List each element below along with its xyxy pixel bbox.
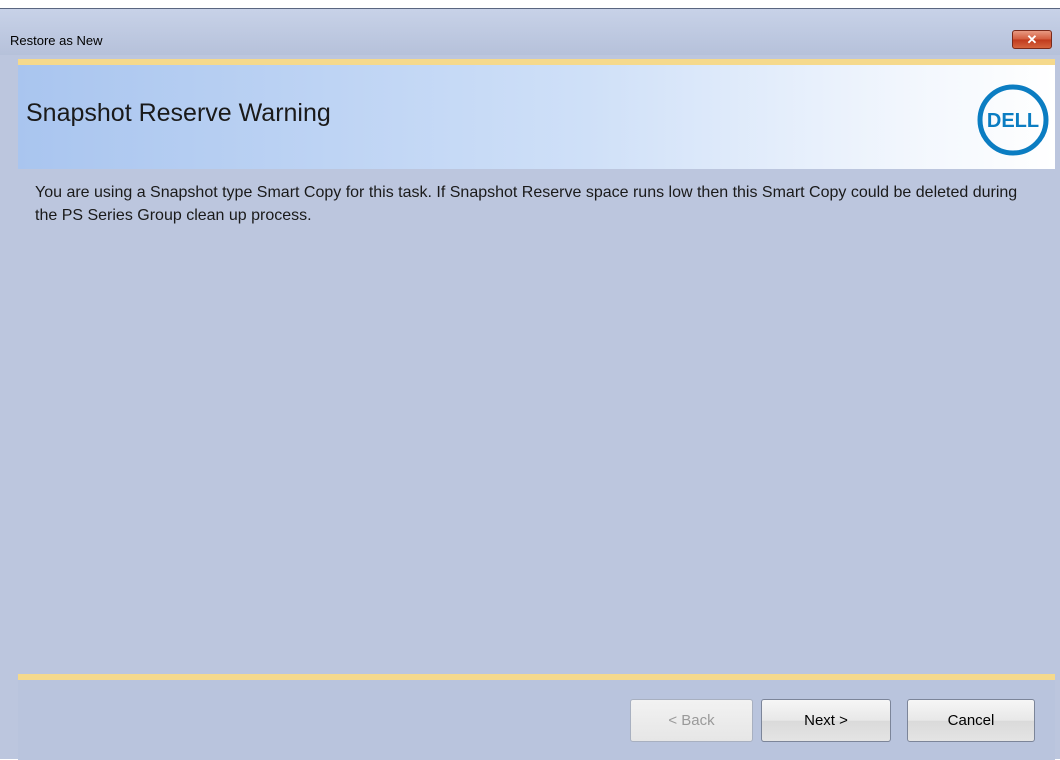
next-button[interactable]: Next > bbox=[761, 699, 891, 742]
back-button[interactable]: < Back bbox=[630, 699, 753, 742]
page-title: Snapshot Reserve Warning bbox=[26, 99, 331, 127]
dell-logo-text: DELL bbox=[987, 110, 1039, 132]
cancel-button[interactable]: Cancel bbox=[907, 699, 1035, 742]
wizard-footer: < Back Next > Cancel bbox=[18, 674, 1055, 760]
wizard-window: Restore as New ✕ Snapshot Reserve Warnin… bbox=[0, 8, 1060, 760]
warning-message: You are using a Snapshot type Smart Copy… bbox=[35, 184, 1018, 224]
title-bar[interactable]: Restore as New ✕ bbox=[0, 9, 1060, 55]
dell-logo: DELL bbox=[977, 84, 1049, 156]
close-icon: ✕ bbox=[1026, 32, 1038, 47]
wizard-header: Snapshot Reserve Warning DELL bbox=[18, 59, 1055, 169]
close-button[interactable]: ✕ bbox=[1012, 30, 1052, 49]
window-title: Restore as New bbox=[10, 33, 103, 48]
